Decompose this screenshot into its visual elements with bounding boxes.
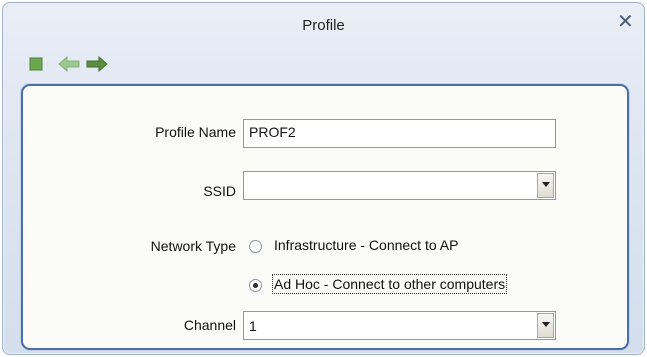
profile-dialog: Profile ✕ Profile Name PROF2 SSID Networ… [2,2,645,355]
stop-icon [29,57,43,71]
back-button[interactable] [57,54,81,74]
ssid-combobox[interactable] [243,171,556,200]
settings-panel: Profile Name PROF2 SSID Network Type Inf… [21,84,629,350]
network-type-label: Network Type [150,238,236,254]
ssid-label: SSID [203,183,236,199]
close-icon[interactable]: ✕ [617,12,634,32]
profile-name-input[interactable]: PROF2 [243,119,556,148]
forward-button[interactable] [85,54,109,74]
ad-hoc-radio[interactable] [249,279,262,292]
profile-name-label: Profile Name [155,124,236,140]
infrastructure-radio[interactable] [249,240,262,253]
stop-button[interactable] [29,54,53,74]
infrastructure-radio-label[interactable]: Infrastructure - Connect to AP [274,237,458,253]
window-title: Profile [302,17,345,34]
forward-arrow-icon [86,55,108,73]
channel-value: 1 [249,318,257,334]
back-arrow-icon [58,55,80,73]
chevron-down-icon[interactable] [537,313,554,338]
channel-label: Channel [183,317,236,333]
channel-combobox[interactable]: 1 [243,311,556,340]
chevron-down-icon[interactable] [537,173,554,198]
ad-hoc-radio-label[interactable]: Ad Hoc - Connect to other computers [271,274,508,294]
